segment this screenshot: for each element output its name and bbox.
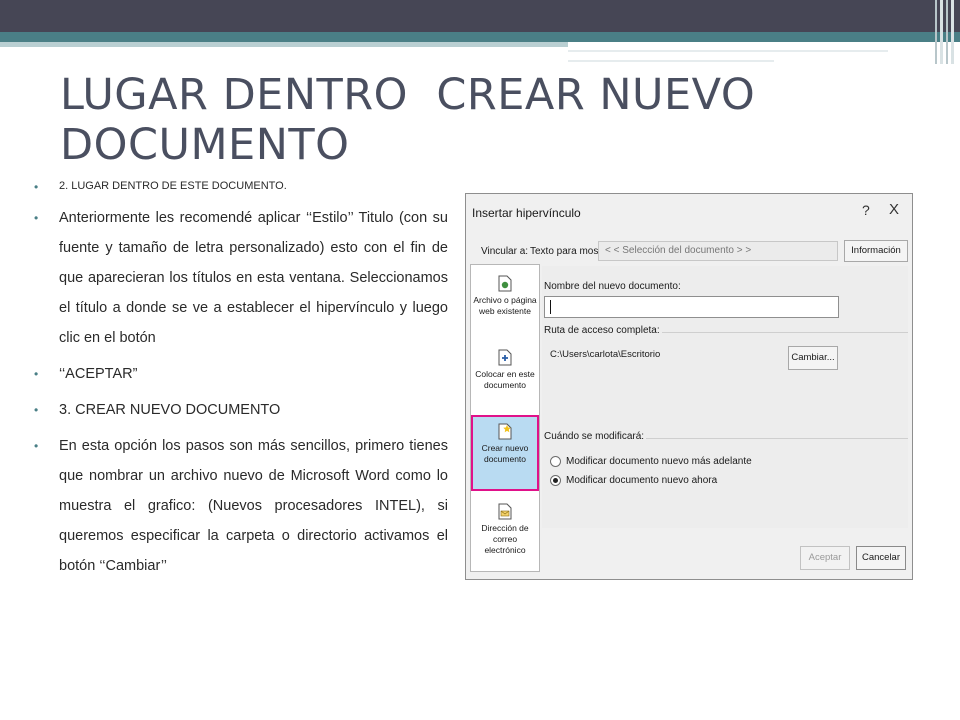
top-bar — [0, 0, 960, 32]
help-icon[interactable]: ? — [862, 202, 870, 218]
dialog-title: Insertar hipervínculo — [472, 206, 581, 220]
link-type-existing-file[interactable]: Archivo o página web existente — [472, 269, 538, 341]
radio-edit-now[interactable]: Modificar documento nuevo ahora — [550, 475, 717, 486]
radio-button[interactable] — [550, 456, 561, 467]
email-icon — [498, 503, 512, 520]
text-caret — [550, 300, 551, 314]
edge-stripes — [932, 0, 954, 64]
info-button[interactable]: Información en... — [844, 240, 908, 276]
web-page-icon — [498, 275, 512, 292]
radio-edit-later[interactable]: Modificar documento nuevo más adelante — [550, 456, 752, 467]
aceptar-button[interactable]: Aceptar — [800, 546, 850, 570]
link-type-email[interactable]: Dirección de correo electrónico — [472, 497, 538, 569]
new-document-icon — [498, 423, 512, 440]
cancelar-button[interactable]: Cancelar — [856, 546, 906, 570]
slide-title: LUGAR DENTRO CREAR NUEVO DOCUMENTO — [60, 70, 770, 170]
insert-hyperlink-dialog: Insertar hipervínculo ? X Vincular a: Te… — [465, 193, 913, 580]
divider — [646, 438, 908, 439]
bullet-item: En esta opción los pasos son más sencill… — [34, 431, 448, 581]
link-type-label: Colocar en este documento — [475, 369, 535, 390]
decor-line — [568, 60, 774, 62]
link-type-label: Crear nuevo documento — [481, 443, 529, 464]
nombre-label: Nombre del nuevo documento: — [544, 281, 681, 292]
ruta-value: C:\Users\carlota\Escritorio — [550, 349, 661, 360]
link-type-panel: Archivo o página web existente Colocar e… — [470, 264, 540, 572]
place-in-document-icon — [498, 349, 512, 366]
cuando-label: Cuándo se modificará: — [544, 431, 645, 442]
teal-band-light — [0, 42, 568, 47]
radio-label: Modificar documento nuevo ahora — [566, 475, 718, 486]
link-type-new-document[interactable]: Crear nuevo documento — [471, 415, 539, 491]
bullet-item: Anteriormente les recomendé aplicar ‘‘Es… — [34, 203, 448, 353]
radio-label: Modificar documento nuevo más adelante — [566, 456, 752, 467]
bullet-item: ‘‘ACEPTAR” — [34, 359, 448, 389]
vincular-label: Vincular a: — [481, 246, 529, 257]
teal-band — [0, 32, 960, 42]
texto-para-mostrar-input[interactable]: < < Selección del documento > > — [598, 241, 838, 261]
bullet-list: 2. LUGAR DENTRO DE ESTE DOCUMENTO. Anter… — [34, 178, 448, 587]
close-icon[interactable]: X — [889, 201, 899, 218]
link-type-label: Dirección de correo electrónico — [481, 523, 529, 555]
nombre-input[interactable] — [544, 296, 839, 318]
bullet-item: 2. LUGAR DENTRO DE ESTE DOCUMENTO. — [34, 178, 448, 195]
radio-button[interactable] — [550, 475, 561, 486]
divider — [662, 332, 908, 333]
bullet-item: 3. CREAR NUEVO DOCUMENTO — [34, 395, 448, 425]
cambiar-button[interactable]: Cambiar... — [788, 346, 838, 370]
link-type-label: Archivo o página web existente — [473, 295, 537, 316]
decor-line — [568, 50, 888, 52]
link-type-this-document[interactable]: Colocar en este documento — [472, 343, 538, 415]
ruta-label: Ruta de acceso completa: — [544, 325, 660, 336]
